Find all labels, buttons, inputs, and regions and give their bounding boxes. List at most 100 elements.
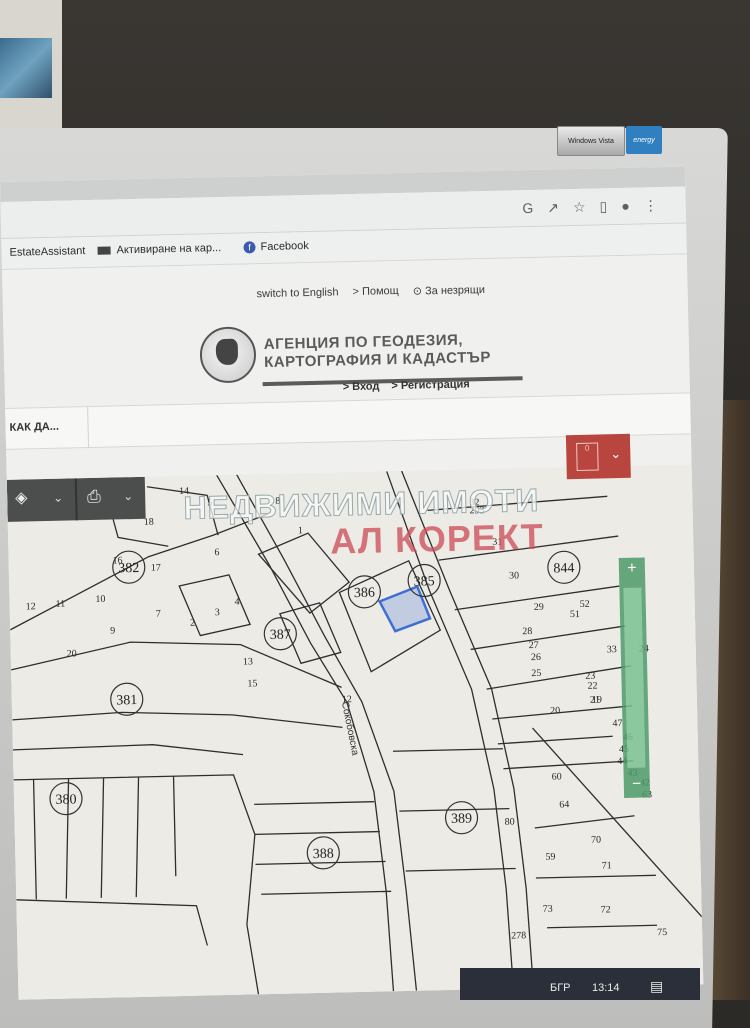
cart-icon: 0: [576, 442, 599, 471]
parcel-number: 29: [534, 602, 544, 613]
parcel-number: 59: [545, 852, 555, 863]
print-icon[interactable]: ⎙: [87, 487, 101, 507]
parcel-number: 47: [612, 718, 622, 729]
parcel-number: 30: [509, 570, 519, 581]
top-links: switch to English > Помощ ⊙ За незрящи: [256, 283, 485, 301]
parcel-circle-label: 385: [414, 574, 435, 589]
chevron-right-icon: >: [391, 379, 402, 393]
parcel-number: 26: [531, 652, 541, 663]
parcel-number: 9: [110, 626, 115, 637]
nav-divider: [87, 407, 90, 448]
help-label: Помощ: [361, 284, 399, 298]
input-language[interactable]: БГР: [550, 982, 571, 994]
parcel-number: 15: [247, 678, 257, 689]
parcel-number: 3: [215, 607, 220, 618]
chevron-down-icon[interactable]: ⌄: [53, 491, 63, 505]
parcel-number: 16: [113, 555, 123, 566]
clock[interactable]: 13:14: [592, 982, 620, 994]
parcel-circle-label: 386: [354, 586, 375, 601]
zoom-in-icon[interactable]: +: [619, 559, 645, 578]
parcel-number: 73: [543, 904, 553, 915]
bookmark-activate[interactable]: Активиране на кар...: [97, 242, 221, 257]
parcel-number: 51: [570, 609, 580, 620]
cadastre-page: switch to English > Помощ ⊙ За незрящи А…: [1, 254, 704, 1000]
parcel-circle-label: 380: [55, 792, 76, 807]
parcel-number: 28: [522, 626, 532, 637]
url-toolbar-icons: G ↗ ☆ ▯ ● ⋮: [522, 197, 658, 217]
toolbar-divider: [74, 478, 78, 521]
cadastral-map[interactable]: 382 386 387 381 380 388 389 385 844 14 18 16 17 12 11…: [6, 464, 704, 1000]
parcel-number: 4: [234, 597, 239, 608]
google-icon[interactable]: G: [522, 200, 533, 217]
bookmark-activate-label: Активиране на кар...: [116, 242, 222, 257]
accessibility-link[interactable]: ⊙ За незрящи: [413, 283, 486, 298]
parcel-circle-label: 388: [313, 847, 334, 862]
parcel-number: 1: [298, 525, 303, 536]
card-icon: [97, 246, 111, 255]
eye-icon: ⊙: [412, 285, 426, 298]
selected-parcel[interactable]: [377, 585, 432, 633]
parcel-number: 6: [214, 547, 219, 558]
notification-icon[interactable]: ▤: [650, 978, 663, 995]
parcel-number: 278: [511, 930, 526, 941]
layers-icon[interactable]: ◈: [15, 487, 28, 507]
menu-icon[interactable]: ⋮: [644, 197, 658, 214]
windows-taskbar: БГР 13:14 ▤: [460, 968, 700, 1000]
watermark-line2: АЛ КОРЕКТ: [329, 515, 545, 562]
zoom-out-icon[interactable]: −: [624, 775, 650, 794]
monitor-screen: G ↗ ☆ ▯ ● ⋮ EstateAssistant Активиране н…: [0, 166, 704, 1000]
parcel-number: 52: [580, 599, 590, 610]
facebook-icon: f: [243, 241, 256, 254]
register-label: Регистрация: [400, 378, 470, 392]
bookmark-facebook-label: Facebook: [260, 240, 309, 254]
parcel-number: 70: [591, 835, 601, 846]
sidebar-icon[interactable]: ▯: [599, 198, 607, 215]
register-link[interactable]: > Регистрация: [391, 378, 470, 392]
share-icon[interactable]: ↗: [547, 199, 559, 216]
parcel-number: 19: [592, 694, 602, 705]
parcel-number: 11: [55, 599, 65, 610]
chevron-down-icon: ⌄: [610, 445, 622, 462]
parcel-number: 27: [529, 640, 539, 651]
agency-name-line2: КАРТОГРАФИЯ И КАДАСТЪР: [263, 348, 492, 372]
agency-logo[interactable]: АГЕНЦИЯ ПО ГЕОДЕЗИЯ, КАРТОГРАФИЯ И КАДАС…: [199, 321, 491, 384]
parcel-circle-label: 844: [553, 561, 574, 576]
chevron-down-icon[interactable]: ⌄: [123, 489, 133, 503]
switch-english-link[interactable]: switch to English: [256, 286, 338, 301]
parcel-number: 17: [151, 562, 161, 573]
parcel-number: 12: [26, 601, 36, 612]
accessibility-label: За незрящи: [424, 284, 486, 298]
zoom-track[interactable]: [623, 587, 646, 768]
profile-icon[interactable]: ●: [621, 198, 630, 215]
parcel-number: 33: [607, 644, 617, 655]
wall-poster: [0, 0, 62, 140]
login-label: Вход: [352, 380, 380, 394]
star-icon[interactable]: ☆: [573, 199, 586, 216]
help-link[interactable]: > Помощ: [352, 285, 399, 299]
nav-how-to[interactable]: КАК ДА...: [9, 421, 59, 434]
parcel-number: 64: [559, 799, 569, 810]
parcel-number: 72: [601, 904, 611, 915]
parcel-number: 60: [552, 771, 562, 782]
bookmark-estate-assistant[interactable]: EstateAssistant: [9, 245, 85, 259]
parcel-number: 80: [505, 816, 515, 827]
parcel-number: 13: [243, 656, 253, 667]
parcel-number: 22: [587, 681, 597, 692]
login-link[interactable]: > Вход: [343, 380, 380, 393]
parcel-number: 2: [190, 618, 195, 629]
windows-vista-sticker: Windows Vista: [557, 126, 625, 156]
parcel-circle-label: 381: [116, 693, 137, 708]
cart-button[interactable]: 0 ⌄: [565, 433, 631, 480]
poster-image: [0, 38, 52, 98]
bookmark-facebook[interactable]: f Facebook: [243, 240, 309, 254]
parcel-circle-label: 389: [451, 811, 472, 826]
energy-star-sticker: energy: [626, 126, 662, 154]
parcel-number: 20: [67, 648, 77, 659]
parcel-number: 20: [550, 705, 560, 716]
parcel-number: 7: [156, 608, 161, 619]
road-label: Сокобовска: [339, 701, 362, 757]
parcel-number: 75: [657, 927, 667, 938]
parcel-number: 10: [95, 594, 105, 605]
zoom-slider[interactable]: + −: [618, 557, 651, 798]
parcel-number: 25: [531, 668, 541, 679]
